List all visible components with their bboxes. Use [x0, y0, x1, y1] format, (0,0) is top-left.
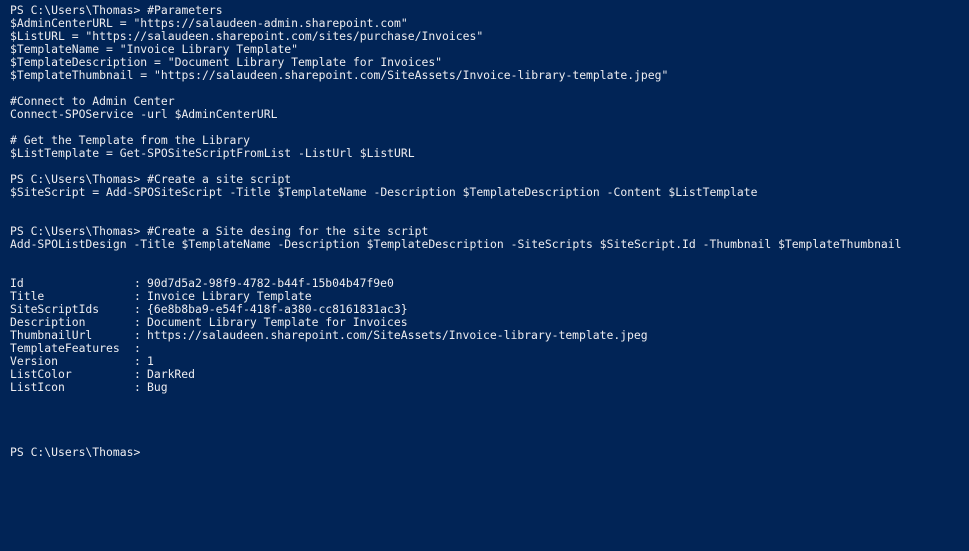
console-line: PS C:\Users\Thomas> #Create a site scrip… [10, 173, 292, 186]
console-line: $TemplateThumbnail = "https://salaudeen.… [10, 69, 669, 82]
console-line: $AdminCenterURL = "https://salaudeen-adm… [10, 17, 408, 30]
command-block-site-design: PS C:\Users\Thomas> #Create a Site desin… [10, 225, 969, 251]
command-block-site-script: PS C:\Users\Thomas> #Create a site scrip… [10, 173, 969, 199]
console-line: $SiteScript = Add-SPOSiteScript -Title $… [10, 186, 758, 199]
console-line: Connect-SPOService -url $AdminCenterURL [10, 108, 278, 121]
command-block-get-template: # Get the Template from the Library $Lis… [10, 134, 969, 160]
command-block-parameters: PS C:\Users\Thomas> #Parameters $AdminCe… [10, 4, 969, 82]
output-property-value: https://salaudeen.sharepoint.com/SiteAss… [147, 328, 648, 342]
console-line: $TemplateName = "Invoice Library Templat… [10, 43, 299, 56]
console-line: PS C:\Users\Thomas> #Create a Site desin… [10, 225, 429, 238]
console-line: Add-SPOListDesign -Title $TemplateName -… [10, 238, 902, 251]
command-output: Id:90d7d5a2-98f9-4782-b44f-15b04b47f9e0 … [10, 277, 969, 394]
console-line: #Connect to Admin Center [10, 95, 175, 108]
output-property-value: Bug [147, 380, 168, 394]
output-row: ListIcon: Bug [10, 381, 969, 394]
console-line: $ListURL = "https://salaudeen.sharepoint… [10, 30, 484, 43]
console-line: PS C:\Users\Thomas> #Parameters [10, 4, 223, 17]
output-row: ThumbnailUrl: https://salaudeen.sharepoin… [10, 329, 969, 342]
output-separator: : [134, 380, 141, 394]
command-block-connect: #Connect to Admin Center Connect-SPOServ… [10, 95, 969, 121]
console-line: $ListTemplate = Get-SPOSiteScriptFromLis… [10, 147, 415, 160]
console-line: $TemplateDescription = "Document Library… [10, 56, 443, 69]
command-prompt[interactable]: PS C:\Users\Thomas> [10, 446, 969, 459]
console-line: # Get the Template from the Library [10, 134, 251, 147]
powershell-console[interactable]: PS C:\Users\Thomas> #Parameters $AdminCe… [0, 0, 969, 551]
output-property-name: ListIcon [10, 380, 65, 394]
